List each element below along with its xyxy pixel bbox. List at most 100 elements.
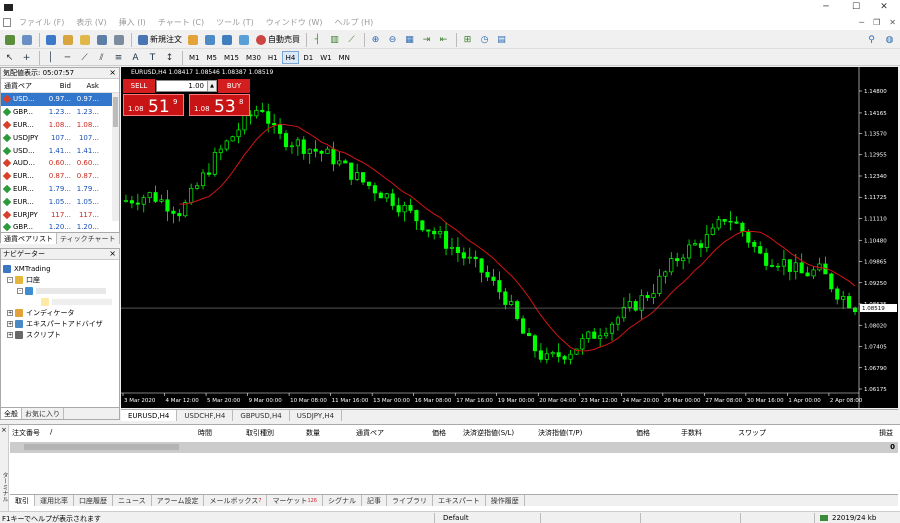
menu-window[interactable]: ウィンドウ (W)	[266, 17, 323, 28]
col-sort[interactable]: /	[50, 428, 52, 436]
terminal-tab-3[interactable]: ニュース	[113, 495, 152, 506]
terminal-tab-4[interactable]: アラーム設定	[152, 495, 205, 506]
new-chart-icon[interactable]	[2, 33, 17, 47]
col-symbol[interactable]: 通貨ペア	[356, 428, 384, 438]
community-icon[interactable]: ◍	[882, 33, 897, 47]
timeframe-mn[interactable]: MN	[336, 51, 353, 64]
tile-windows-icon[interactable]: ▦	[402, 33, 417, 47]
col-type[interactable]: 取引種別	[246, 428, 274, 438]
text-icon[interactable]: A	[128, 51, 143, 65]
minimize-button[interactable]: ─	[812, 0, 840, 14]
terminal-tab-7[interactable]: シグナル	[323, 495, 362, 506]
chart-shift-icon[interactable]: ⇤	[436, 33, 451, 47]
metaeditor-icon[interactable]	[185, 33, 200, 47]
crosshair-icon[interactable]: +	[19, 51, 34, 65]
col-profit[interactable]: 損益	[879, 428, 893, 438]
buy-button[interactable]: BUY	[218, 79, 250, 93]
timeframe-w1[interactable]: W1	[317, 51, 334, 64]
col-tp[interactable]: 決済指値(T/P)	[538, 428, 582, 438]
line-chart-icon[interactable]: ⟋	[344, 33, 359, 47]
sell-button[interactable]: SELL	[123, 79, 155, 93]
col-symbol[interactable]: 通貨ペア	[1, 81, 47, 91]
tree-account-item[interactable]	[3, 296, 119, 307]
col-size[interactable]: 数量	[306, 428, 320, 438]
market-watch-icon[interactable]	[43, 33, 58, 47]
chart-tab-eurusd[interactable]: EURUSD,H4	[121, 410, 178, 421]
col-price[interactable]: 価格	[432, 428, 446, 438]
terminal-icon[interactable]	[94, 33, 109, 47]
tab-symbol-list[interactable]: 通貨ペアリスト	[1, 233, 57, 244]
navigator-icon[interactable]	[77, 33, 92, 47]
timeframe-m30[interactable]: M30	[243, 51, 264, 64]
zoom-out-icon[interactable]: ⊖	[385, 33, 400, 47]
menu-chart[interactable]: チャート (C)	[158, 17, 204, 28]
bar-chart-icon[interactable]: ┤	[310, 33, 325, 47]
indicators-icon[interactable]: ⊞	[460, 33, 475, 47]
menu-insert[interactable]: 挿入 (I)	[119, 17, 146, 28]
terminal-tab-2[interactable]: 口座履歴	[74, 495, 113, 506]
timeframe-h1[interactable]: H1	[265, 51, 281, 64]
tree-account-server[interactable]: -	[3, 285, 119, 296]
templates-icon[interactable]: ▤	[494, 33, 509, 47]
channel-icon[interactable]: ⫽	[94, 51, 109, 65]
mdi-minimize-button[interactable]: ─	[859, 18, 864, 27]
market-icon[interactable]	[219, 33, 234, 47]
terminal-tab-8[interactable]: 記事	[362, 495, 387, 506]
expand-icon[interactable]: +	[7, 331, 13, 338]
menu-view[interactable]: 表示 (V)	[76, 17, 106, 28]
label-icon[interactable]: T	[145, 51, 160, 65]
market-watch-row[interactable]: GBP... 1.23... 1.23...	[1, 106, 119, 119]
tree-accounts[interactable]: - 口座	[3, 274, 119, 285]
new-order-button[interactable]: 新規注文	[135, 33, 185, 47]
signals-icon[interactable]	[202, 33, 217, 47]
market-watch-row[interactable]: AUD... 0.60... 0.60...	[1, 157, 119, 170]
auto-scroll-icon[interactable]: ⇥	[419, 33, 434, 47]
menu-file[interactable]: ファイル (F)	[19, 17, 64, 28]
tab-general[interactable]: 全般	[1, 408, 22, 419]
timeframe-h4[interactable]: H4	[281, 51, 300, 64]
menu-help[interactable]: ヘルプ (H)	[334, 17, 373, 28]
terminal-tab-0[interactable]: 取引	[10, 495, 35, 506]
market-watch-row[interactable]: USDJPY 107... 107...	[1, 131, 119, 144]
profiles-icon[interactable]	[19, 33, 34, 47]
chart-tab-usdchf[interactable]: USDCHF,H4	[177, 410, 234, 421]
market-watch-scrollbar[interactable]	[112, 93, 119, 221]
col-time[interactable]: 時間	[198, 428, 212, 438]
collapse-icon[interactable]: -	[17, 287, 23, 294]
expand-icon[interactable]: +	[7, 320, 13, 327]
tab-favorites[interactable]: お気に入り	[22, 408, 64, 419]
tree-indicators[interactable]: + インディケータ	[3, 307, 119, 318]
market-watch-row[interactable]: EUR... 1.05... 1.05...	[1, 195, 119, 208]
close-button[interactable]: ✕	[870, 0, 898, 14]
tester-icon[interactable]	[111, 33, 126, 47]
auto-trade-button[interactable]: 自動売買	[253, 33, 303, 47]
vertical-line-icon[interactable]: │	[43, 51, 58, 65]
col-bid[interactable]: Bid	[47, 82, 75, 90]
chart-canvas[interactable]: 1.14800 1.14165 1.13570 1.12955 1.12340 1.117…	[121, 67, 898, 408]
chart-tab-gbpusd[interactable]: GBPUSD,H4	[233, 410, 290, 421]
col-ask[interactable]: Ask	[75, 82, 103, 90]
maximize-button[interactable]: ☐	[842, 0, 870, 14]
collapse-icon[interactable]: -	[7, 276, 13, 283]
price-chart[interactable]: 1.14800 1.14165 1.13570 1.12955 1.12340 1.117…	[121, 67, 898, 408]
terminal-tab-9[interactable]: ライブラリ	[387, 495, 433, 506]
timeframe-m5[interactable]: M5	[204, 51, 221, 64]
cursor-icon[interactable]: ↖	[2, 51, 17, 65]
chart-tab-usdjpy[interactable]: USDJPY,H4	[290, 410, 343, 421]
tree-scripts[interactable]: + スクリプト	[3, 329, 119, 340]
timeframe-m1[interactable]: M1	[186, 51, 203, 64]
periods-icon[interactable]: ◷	[477, 33, 492, 47]
market-watch-row[interactable]: EUR... 0.87... 0.87...	[1, 170, 119, 183]
balance-row[interactable]: 0	[10, 442, 898, 453]
market-watch-close-button[interactable]: ×	[109, 68, 116, 77]
search-icon[interactable]: ⚲	[864, 33, 879, 47]
sell-price-box[interactable]: 1.08 51 9	[123, 94, 184, 117]
timeframe-m15[interactable]: M15	[221, 51, 242, 64]
tree-experts[interactable]: + エキスパートアドバイザ	[3, 318, 119, 329]
timeframe-d1[interactable]: D1	[300, 51, 316, 64]
market-watch-row[interactable]: EUR... 1.08... 1.08...	[1, 119, 119, 132]
mdi-close-button[interactable]: ✕	[889, 18, 896, 27]
market-watch-row[interactable]: EUR... 1.79... 1.79...	[1, 183, 119, 196]
menu-tools[interactable]: ツール (T)	[216, 17, 254, 28]
terminal-tab-1[interactable]: 運用比率	[35, 495, 74, 506]
